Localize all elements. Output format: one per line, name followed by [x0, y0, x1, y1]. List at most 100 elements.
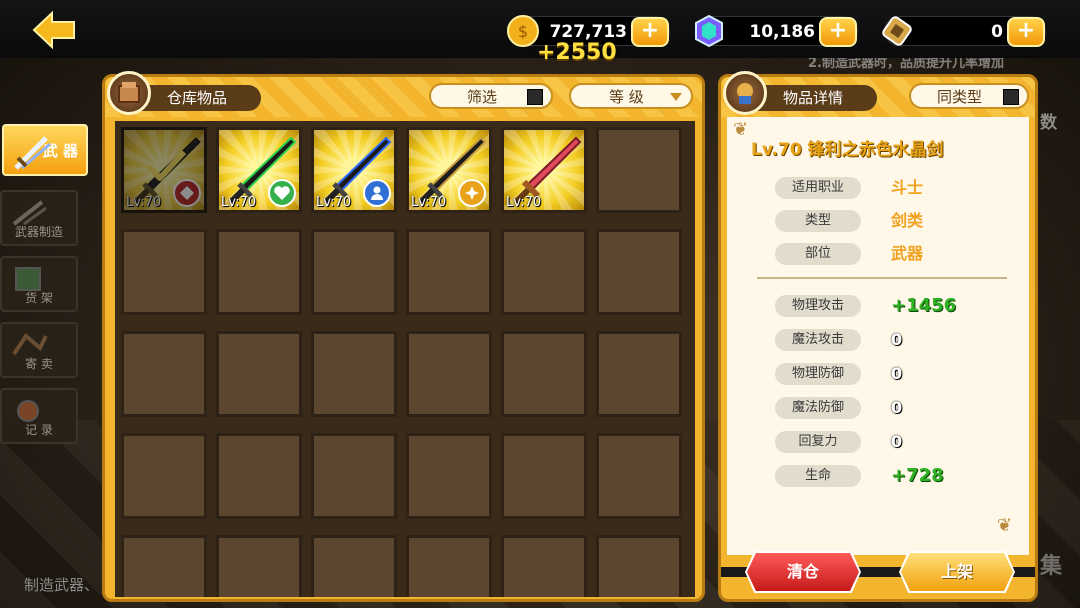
- gem-counter: 10,186 +: [695, 14, 858, 48]
- svg-text:$: $: [518, 22, 528, 41]
- same-type-toggle[interactable]: 同类型: [909, 83, 1029, 109]
- info-value: 武器: [891, 244, 924, 263]
- nav-record[interactable]: 记 录: [0, 388, 78, 444]
- inventory-slot-empty[interactable]: [596, 535, 682, 597]
- back-button[interactable]: [30, 10, 78, 50]
- inventory-slot-empty[interactable]: [216, 331, 302, 417]
- add-ticket-button[interactable]: +: [1007, 17, 1045, 47]
- inventory-slot-empty[interactable]: [311, 229, 397, 315]
- inventory-slot-empty[interactable]: [406, 535, 492, 597]
- inventory-slot-empty[interactable]: [216, 433, 302, 519]
- ornament-icon: ❦: [733, 119, 749, 140]
- inventory-grid: Lv:70 Lv:70 Lv:70 Lv:70 Lv:70: [115, 121, 695, 597]
- list-item-button[interactable]: 上架: [901, 553, 1013, 591]
- stat-label: 生命: [775, 465, 861, 487]
- item-detail-panel: 物品详情 同类型 ❦ Lv.70 锋利之赤色水晶剑 适用职业 斗士 类型 剑类 …: [718, 71, 1038, 602]
- sort-label: 等 级: [609, 88, 644, 106]
- stat-row: 回复力 0: [727, 431, 1027, 455]
- nav-consign[interactable]: 寄 卖: [0, 322, 78, 378]
- stat-value: 0: [891, 398, 903, 417]
- clear-inventory-button[interactable]: 清仓: [747, 553, 859, 591]
- inventory-slot-empty[interactable]: [121, 433, 207, 519]
- inventory-slot-1[interactable]: Lv:70: [121, 127, 207, 213]
- nav-weapon[interactable]: 武 器: [2, 124, 88, 176]
- inventory-slot-empty[interactable]: [216, 229, 302, 315]
- inventory-slot-empty[interactable]: [596, 331, 682, 417]
- warehouse-icon: [107, 71, 151, 115]
- item-level: Lv:70: [411, 195, 447, 210]
- stat-label: 物理攻击: [775, 295, 861, 317]
- nav-shelf[interactable]: 货 架: [0, 256, 78, 312]
- star-badge-icon: [458, 179, 486, 207]
- inventory-slot-empty[interactable]: [121, 535, 207, 597]
- shield-badge-icon: [173, 179, 201, 207]
- add-gem-button[interactable]: +: [819, 17, 857, 47]
- item-level: Lv:70: [316, 195, 352, 210]
- info-value: 斗士: [891, 178, 924, 197]
- ticket-counter: 0 +: [882, 16, 1046, 47]
- inventory-slot-empty[interactable]: [596, 229, 682, 315]
- stat-label: 魔法防御: [775, 397, 861, 419]
- same-type-label: 同类型: [937, 88, 983, 106]
- item-level: Lv:70: [126, 195, 162, 210]
- weapon-icon: [12, 132, 52, 176]
- inventory-title: 仓库物品: [167, 89, 228, 107]
- inventory-slot-5[interactable]: Lv:70: [501, 127, 587, 213]
- item-level: Lv:70: [506, 195, 542, 210]
- back-arrow-icon: [32, 11, 75, 49]
- inventory-slot-empty[interactable]: [406, 229, 492, 315]
- same-type-checkbox[interactable]: [1003, 89, 1019, 105]
- inventory-slot-empty[interactable]: [311, 535, 397, 597]
- stat-value: +728: [891, 465, 944, 486]
- ticket-icon: [879, 13, 915, 49]
- info-row: 部位 武器: [727, 243, 1027, 267]
- chevron-down-icon: [670, 93, 682, 101]
- inventory-slot-empty[interactable]: [501, 535, 587, 597]
- inventory-slot-empty[interactable]: [406, 433, 492, 519]
- inventory-panel: 仓库物品 筛选 等 级 Lv:70 Lv:70 Lv:70 Lv:70 Lv:7…: [102, 71, 705, 602]
- item-name: Lv.70 锋利之赤色水晶剑: [751, 140, 944, 160]
- background-side-text: 数: [1040, 113, 1057, 133]
- record-icon: [10, 396, 50, 429]
- filter-button[interactable]: 筛选: [429, 83, 553, 109]
- ornament-icon: ❦: [997, 515, 1013, 536]
- stat-label: 回复力: [775, 431, 861, 453]
- info-label: 适用职业: [775, 177, 861, 199]
- inventory-slot-empty[interactable]: [596, 433, 682, 519]
- forge-icon: [10, 198, 50, 231]
- inventory-slot-empty[interactable]: [216, 535, 302, 597]
- checkmark-icon: [145, 149, 187, 181]
- stat-value: 0: [891, 364, 903, 383]
- info-label: 类型: [775, 210, 861, 232]
- stat-value: 0: [891, 330, 903, 349]
- merchant-avatar-icon: [723, 71, 767, 115]
- stat-label: 物理防御: [775, 363, 861, 385]
- background-corner-text: 集: [1040, 554, 1063, 579]
- heart-badge-icon: [268, 179, 296, 207]
- inventory-slot-3[interactable]: Lv:70: [311, 127, 397, 213]
- inventory-slot-empty[interactable]: [311, 433, 397, 519]
- stat-value: 0: [891, 432, 903, 451]
- filter-checkbox[interactable]: [527, 89, 543, 105]
- inventory-slot-4[interactable]: Lv:70: [406, 127, 492, 213]
- inventory-slot-empty[interactable]: [596, 127, 682, 213]
- detail-title: 物品详情: [783, 89, 844, 107]
- inventory-slot-empty[interactable]: [311, 331, 397, 417]
- inventory-slot-empty[interactable]: [501, 331, 587, 417]
- inventory-slot-empty[interactable]: [121, 229, 207, 315]
- inventory-slot-empty[interactable]: [501, 433, 587, 519]
- info-label: 部位: [775, 243, 861, 265]
- stat-value: +1456: [891, 295, 957, 316]
- shelf-icon: [10, 264, 50, 297]
- add-gold-button[interactable]: +: [631, 17, 669, 47]
- sort-dropdown[interactable]: 等 级: [569, 83, 693, 109]
- gold-coin-icon: $: [505, 13, 541, 49]
- info-row: 类型 剑类: [727, 210, 1027, 234]
- section-divider: [757, 277, 1007, 279]
- stat-row: 物理防御 0: [727, 363, 1027, 387]
- nav-weapon-forge[interactable]: 武器制造: [0, 190, 78, 246]
- inventory-slot-empty[interactable]: [406, 331, 492, 417]
- inventory-slot-2[interactable]: Lv:70: [216, 127, 302, 213]
- inventory-slot-empty[interactable]: [501, 229, 587, 315]
- inventory-slot-empty[interactable]: [121, 331, 207, 417]
